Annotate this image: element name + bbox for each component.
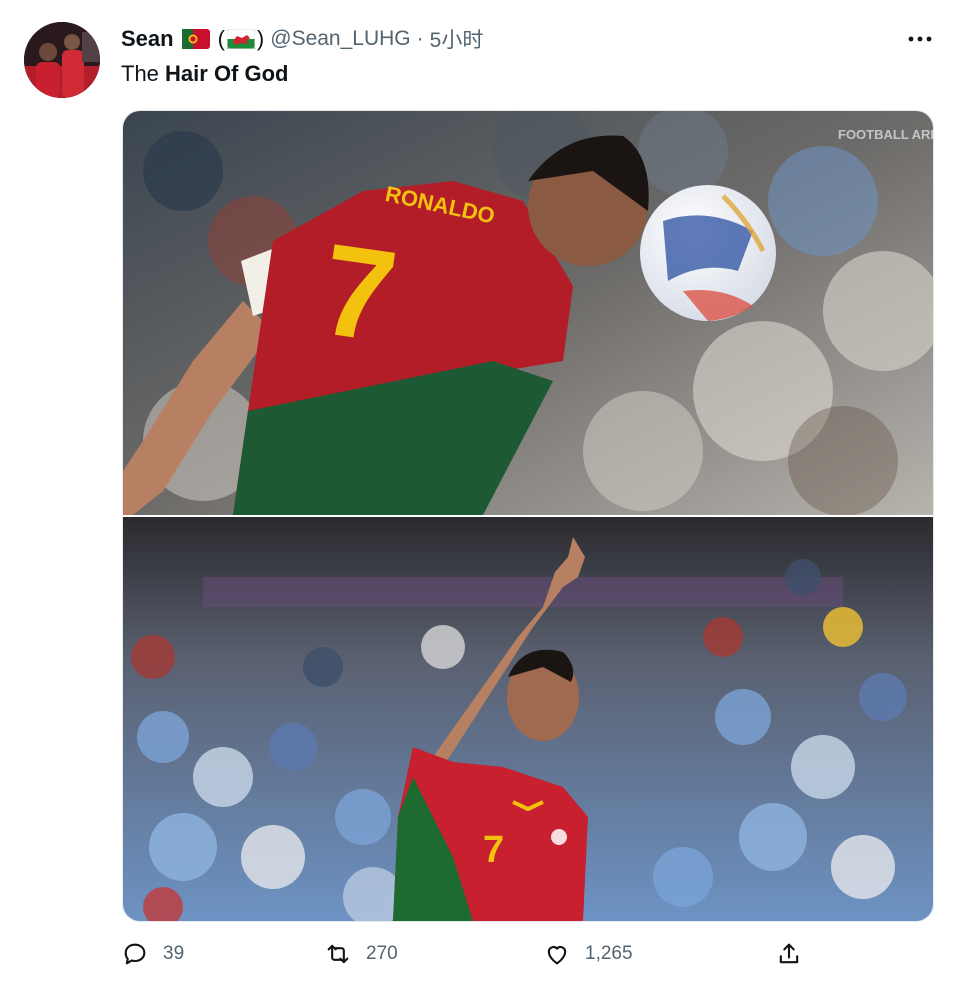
paren-close: ) xyxy=(256,26,265,51)
tweet-text: The Hair Of God xyxy=(121,60,288,88)
tweet-media[interactable]: RONALDO 7 FOOTBALL ARENA xyxy=(122,110,934,922)
like-count: 1,265 xyxy=(585,943,633,964)
avatar-image xyxy=(24,22,100,98)
more-icon xyxy=(908,36,932,42)
like-icon xyxy=(547,946,567,965)
tweet-text-prefix: The xyxy=(121,61,166,86)
jersey-number-front: 7 xyxy=(483,829,504,871)
avatar[interactable] xyxy=(24,22,100,98)
retweet-count: 270 xyxy=(366,943,398,964)
author-name[interactable]: Sean xyxy=(121,26,174,52)
paren-open: ( xyxy=(217,26,225,51)
tweet-time[interactable]: 5小时 xyxy=(430,24,484,54)
like-button[interactable]: 1,265 xyxy=(543,940,633,968)
portugal-flag-icon xyxy=(181,29,210,49)
photo-header-ball[interactable]: RONALDO 7 FOOTBALL ARENA xyxy=(123,111,933,515)
reply-count: 39 xyxy=(163,943,185,964)
watermark: FOOTBALL ARENA xyxy=(838,127,933,142)
retweet-button[interactable]: 270 xyxy=(324,940,398,968)
more-button[interactable] xyxy=(903,26,937,52)
tweet-header: Sean ( ) @Sean_LUHG · 5小时 xyxy=(121,24,483,54)
share-icon xyxy=(779,943,799,964)
retweet-icon xyxy=(327,944,349,964)
photo-celebration[interactable]: 7 xyxy=(123,517,933,921)
tweet-actions: 39 270 1,265 xyxy=(121,940,801,976)
reply-button[interactable]: 39 xyxy=(121,940,184,968)
tweet-text-bold: Hair Of God xyxy=(165,61,289,86)
author-handle[interactable]: @Sean_LUHG xyxy=(270,27,410,51)
reply-icon xyxy=(124,943,146,965)
wales-flag-icon xyxy=(226,28,256,50)
share-button[interactable] xyxy=(775,940,803,968)
separator-dot: · xyxy=(416,27,424,50)
